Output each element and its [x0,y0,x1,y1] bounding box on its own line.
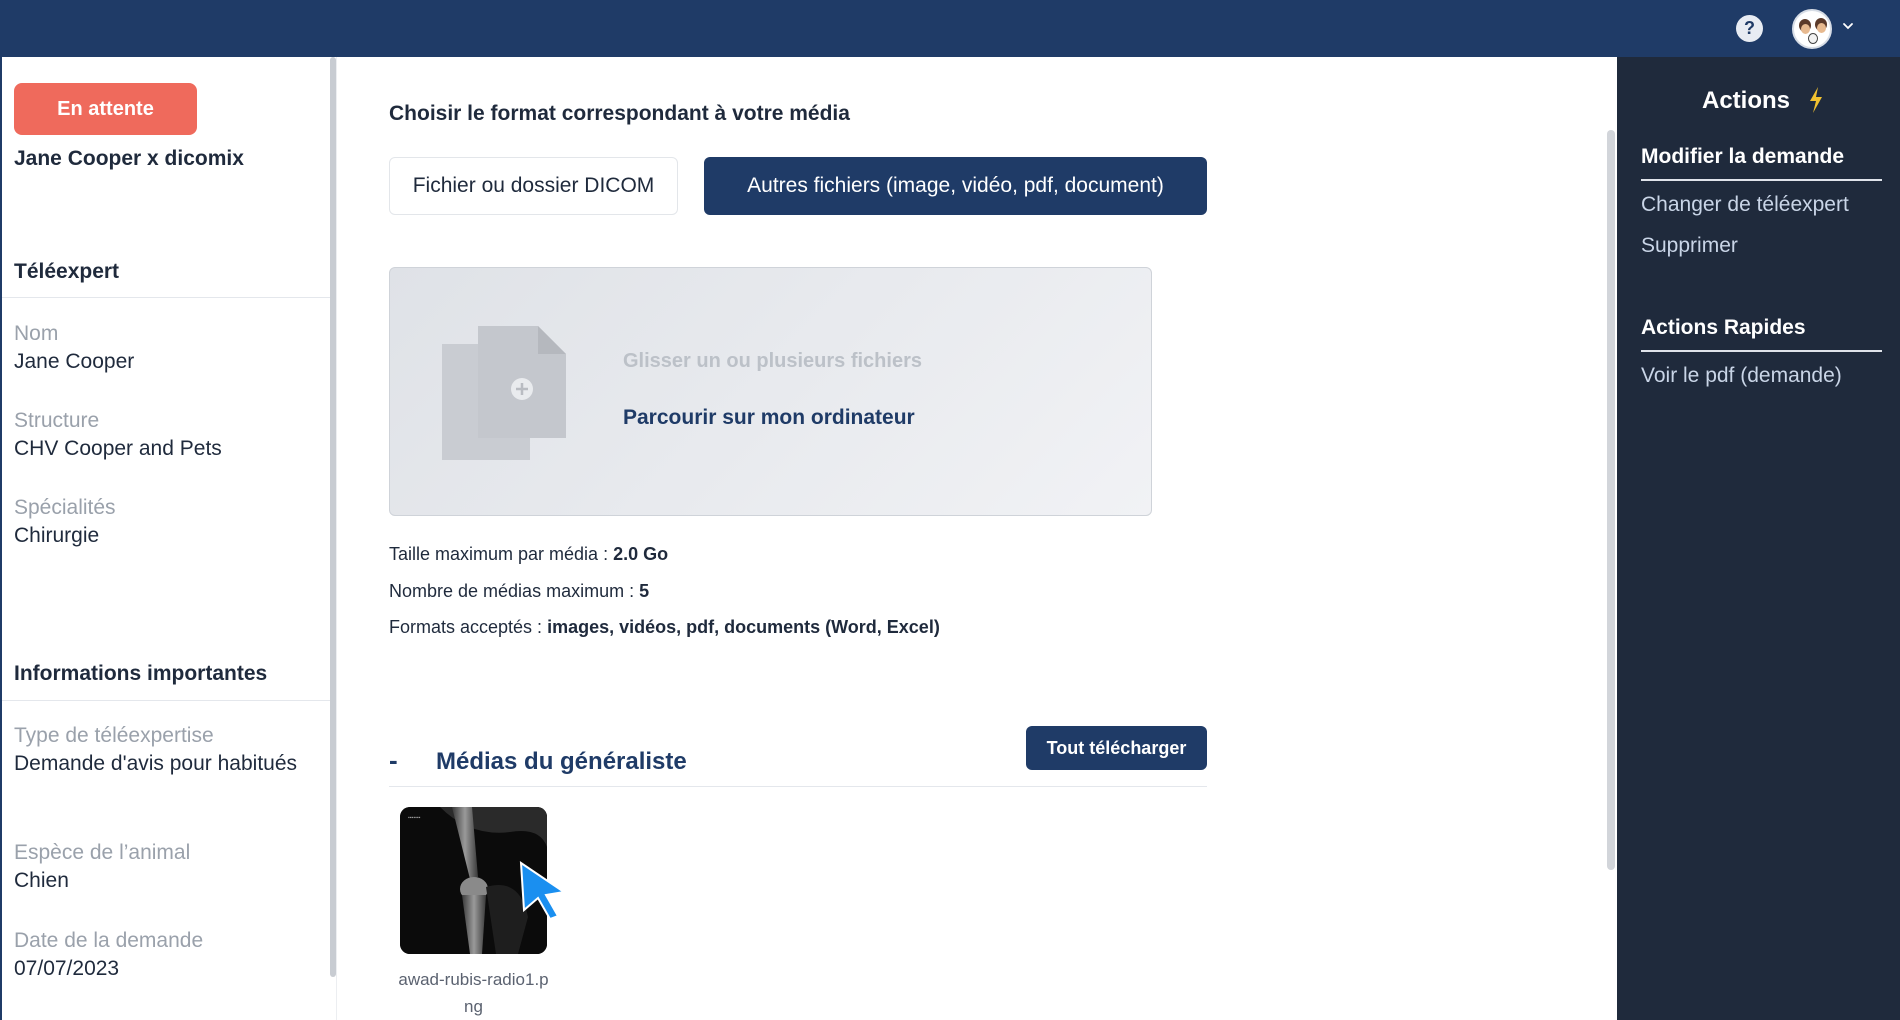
lightning-icon [1810,87,1822,113]
field-label-specialties: Spécialités [14,496,116,519]
section-title-important-info: Informations importantes [14,662,268,685]
field-label-structure: Structure [14,409,100,432]
sidebar-heading-quick-actions: Actions Rapides [1641,316,1806,339]
dropzone-text: Glisser un ou plusieurs fichiers [623,350,922,372]
svg-text:▪▪▪▪▪▪▪: ▪▪▪▪▪▪▪ [408,815,421,821]
field-label-expertise-type: Type de téléexpertise [14,724,214,747]
delete-link[interactable]: Supprimer [1641,234,1738,258]
field-value-animal-species: Chien [14,869,69,892]
media-section-title: Médias du généraliste [436,748,687,775]
view-pdf-link[interactable]: Voir le pdf (demande) [1641,364,1842,388]
field-value-name: Jane Cooper [14,350,135,373]
sidebar-heading-modify-request[interactable]: Modifier la demande [1641,145,1844,169]
field-value-request-date: 07/07/2023 [14,957,120,980]
format-title: Choisir le format correspondant à votre … [389,102,850,125]
field-label-request-date: Date de la demande [14,929,204,952]
sidebar-divider [1641,179,1882,181]
field-label-animal-species: Espèce de l’animal [14,841,191,864]
actions-sidebar: Actions Modifier la demande Changer de t… [1617,57,1900,1020]
section-divider [389,786,1207,787]
chevron-down-icon[interactable] [1842,20,1854,32]
dicom-format-button[interactable]: Fichier ou dossier DICOM [389,157,678,215]
panel-divider [336,57,337,1020]
cursor-icon [519,861,567,920]
browse-computer-link[interactable]: Parcourir sur mon ordinateur [623,406,915,430]
sidebar-divider [1641,350,1882,352]
help-icon[interactable]: ? [1736,15,1763,42]
info-accepted-formats: Formats acceptés : images, vidéos, pdf, … [389,617,940,637]
file-dropzone[interactable]: Glisser un ou plusieurs fichiers Parcour… [389,267,1152,516]
field-label-name: Nom [14,322,59,345]
add-file-icon [442,326,566,460]
status-badge: En attente [14,83,197,135]
request-info-panel: En attente Jane Cooper x dicomix Téléexp… [0,57,330,1020]
top-bar: ? [0,0,1900,57]
download-all-button[interactable]: Tout télécharger [1026,726,1207,770]
avatar[interactable] [1792,9,1832,49]
media-filename: awad-rubis-radio1.png [398,970,549,1016]
request-title: Jane Cooper x dicomix [14,147,244,170]
field-value-expertise-type: Demande d'avis pour habitués [14,752,298,775]
field-value-structure: CHV Cooper and Pets [14,437,222,460]
collapse-toggle[interactable]: - [389,745,409,776]
main-scrollbar[interactable] [1607,130,1615,870]
info-max-count: Nombre de médias maximum : 5 [389,581,650,601]
field-value-specialties: Chirurgie [14,524,100,547]
section-divider [2,700,330,701]
info-max-size: Taille maximum par média : 2.0 Go [389,544,669,564]
section-divider [2,297,330,298]
other-files-format-button[interactable]: Autres fichiers (image, vidéo, pdf, docu… [704,157,1207,215]
section-title-teleexpert: Téléexpert [14,260,120,283]
change-teleexpert-link[interactable]: Changer de téléexpert [1641,193,1849,217]
actions-title: Actions [1702,87,1791,114]
